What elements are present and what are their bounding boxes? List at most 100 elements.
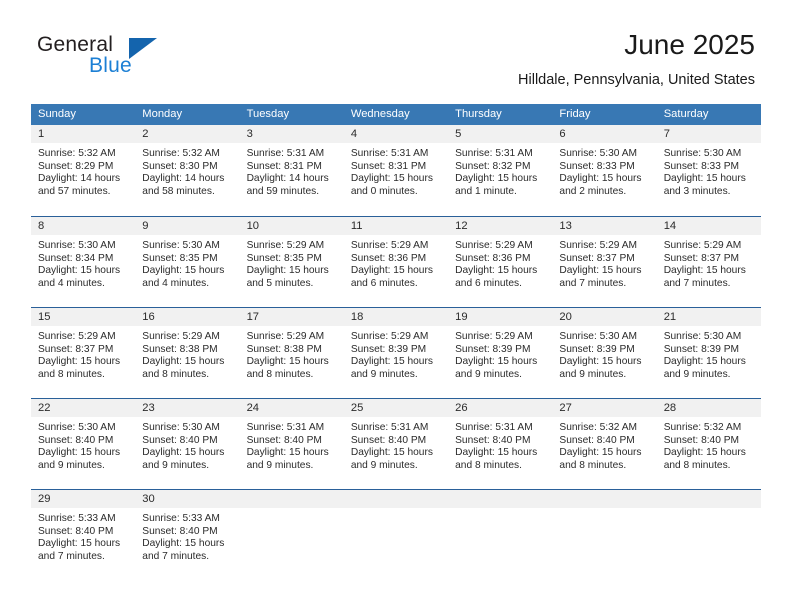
week-row: 29 Sunrise: 5:33 AM Sunset: 8:40 PM Dayligh…: [31, 489, 761, 580]
day-number: 16: [135, 308, 240, 326]
sunset-text: Sunset: 8:40 PM: [350, 434, 427, 446]
sunrise-text: Sunrise: 5:31 AM: [246, 422, 325, 433]
sunset-text: Sunset: 8:34 PM: [38, 252, 114, 264]
sunrise-text: Sunrise: 5:31 AM: [350, 148, 429, 159]
daylight-text-line2: and 6 minutes.: [350, 277, 418, 289]
day-number: 7: [656, 125, 761, 143]
day-cell[interactable]: 25 Sunrise: 5:31 AM Sunset: 8:40 PM Dayligh…: [343, 398, 449, 489]
sunrise-text: Sunrise: 5:31 AM: [455, 422, 533, 433]
daylight-text-line1: Daylight: 15 hours: [663, 447, 746, 459]
weekday-header-thursday: Thursday: [448, 104, 553, 125]
day-cell[interactable]: 27 Sunrise: 5:32 AM Sunset: 8:40 PM Dayligh…: [552, 398, 657, 489]
day-cell[interactable]: 6 Sunrise: 5:30 AM Sunset: 8:33 PM Daylight…: [552, 125, 657, 216]
daylight-text-line2: and 8 minutes.: [246, 368, 314, 380]
day-number: 27: [552, 399, 657, 417]
day-number: 8: [31, 217, 136, 235]
day-number: 14: [656, 217, 761, 235]
sunset-text: Sunset: 8:38 PM: [142, 343, 218, 355]
daylight-text-line1: Daylight: 15 hours: [559, 447, 642, 459]
day-number: 30: [135, 490, 240, 508]
day-number: [239, 490, 344, 508]
day-cell[interactable]: 12 Sunrise: 5:29 AM Sunset: 8:36 PM Dayligh…: [448, 216, 553, 307]
sunset-text: Sunset: 8:37 PM: [663, 252, 740, 264]
day-cell[interactable]: 2 Sunrise: 5:32 AM Sunset: 8:30 PM Daylight…: [135, 125, 240, 216]
day-cell[interactable]: 21 Sunrise: 5:30 AM Sunset: 8:39 PM Dayligh…: [656, 307, 761, 398]
day-number: 17: [239, 308, 344, 326]
brand-logo[interactable]: General Blue: [37, 33, 197, 83]
daylight-text-line2: and 9 minutes.: [142, 459, 210, 471]
week-row: 1 Sunrise: 5:32 AM Sunset: 8:29 PM Daylight…: [31, 125, 761, 216]
sunrise-text: Sunrise: 5:31 AM: [246, 148, 325, 159]
daylight-text-line1: Daylight: 15 hours: [663, 356, 746, 368]
day-cell[interactable]: 28 Sunrise: 5:32 AM Sunset: 8:40 PM Dayligh…: [656, 398, 761, 489]
daylight-text-line1: Daylight: 15 hours: [663, 265, 746, 277]
day-cell[interactable]: 30 Sunrise: 5:33 AM Sunset: 8:40 PM Dayligh…: [135, 489, 240, 580]
day-number: 25: [343, 399, 449, 417]
sunrise-text: Sunrise: 5:29 AM: [559, 240, 637, 251]
day-cell[interactable]: 19 Sunrise: 5:29 AM Sunset: 8:39 PM Dayligh…: [448, 307, 553, 398]
day-cell[interactable]: 1 Sunrise: 5:32 AM Sunset: 8:29 PM Daylight…: [31, 125, 136, 216]
day-cell[interactable]: 16 Sunrise: 5:29 AM Sunset: 8:38 PM Dayligh…: [135, 307, 240, 398]
week-row: 8 Sunrise: 5:30 AM Sunset: 8:34 PM Daylight…: [31, 216, 761, 307]
day-number: 11: [343, 217, 449, 235]
sunrise-text: Sunrise: 5:30 AM: [142, 422, 220, 433]
sunset-text: Sunset: 8:40 PM: [38, 434, 114, 446]
day-cell[interactable]: 29 Sunrise: 5:33 AM Sunset: 8:40 PM Dayligh…: [31, 489, 136, 580]
sunset-text: Sunset: 8:40 PM: [559, 434, 635, 446]
day-cell[interactable]: 3 Sunrise: 5:31 AM Sunset: 8:31 PM Daylight…: [239, 125, 344, 216]
sunrise-text: Sunrise: 5:32 AM: [559, 422, 637, 433]
day-cell[interactable]: 14 Sunrise: 5:29 AM Sunset: 8:37 PM Dayligh…: [656, 216, 761, 307]
day-cell[interactable]: 18 Sunrise: 5:29 AM Sunset: 8:39 PM Dayligh…: [343, 307, 449, 398]
day-cell[interactable]: 9 Sunrise: 5:30 AM Sunset: 8:35 PM Daylight…: [135, 216, 240, 307]
day-cell[interactable]: 13 Sunrise: 5:29 AM Sunset: 8:37 PM Dayligh…: [552, 216, 657, 307]
day-cell[interactable]: 15 Sunrise: 5:29 AM Sunset: 8:37 PM Dayligh…: [31, 307, 136, 398]
day-cell[interactable]: 5 Sunrise: 5:31 AM Sunset: 8:32 PM Daylight…: [448, 125, 553, 216]
day-cell[interactable]: 8 Sunrise: 5:30 AM Sunset: 8:34 PM Daylight…: [31, 216, 136, 307]
sunset-text: Sunset: 8:31 PM: [350, 160, 427, 172]
sunset-text: Sunset: 8:37 PM: [38, 343, 114, 355]
daylight-text-line1: Daylight: 15 hours: [142, 356, 225, 368]
sunrise-text: Sunrise: 5:30 AM: [663, 148, 742, 159]
day-cell[interactable]: 17 Sunrise: 5:29 AM Sunset: 8:38 PM Dayligh…: [239, 307, 344, 398]
sunset-text: Sunset: 8:37 PM: [559, 252, 635, 264]
daylight-text-line2: and 8 minutes.: [455, 459, 522, 471]
sunrise-text: Sunrise: 5:29 AM: [142, 331, 220, 342]
daylight-text-line2: and 9 minutes.: [559, 368, 627, 380]
day-number: 5: [448, 125, 553, 143]
day-number: [343, 490, 449, 508]
daylight-text-line2: and 8 minutes.: [38, 368, 105, 380]
daylight-text-line2: and 9 minutes.: [455, 368, 522, 380]
day-cell-empty: [239, 489, 344, 580]
location-subtitle: Hilldale, Pennsylvania, United States: [518, 72, 755, 88]
calendar-body: 1 Sunrise: 5:32 AM Sunset: 8:29 PM Daylight…: [31, 125, 761, 580]
sunset-text: Sunset: 8:39 PM: [663, 343, 740, 355]
daylight-text-line1: Daylight: 15 hours: [38, 356, 121, 368]
daylight-text-line1: Daylight: 15 hours: [559, 356, 642, 368]
day-cell[interactable]: 24 Sunrise: 5:31 AM Sunset: 8:40 PM Dayligh…: [239, 398, 344, 489]
day-cell[interactable]: 26 Sunrise: 5:31 AM Sunset: 8:40 PM Dayligh…: [448, 398, 553, 489]
sunset-text: Sunset: 8:32 PM: [455, 160, 531, 172]
day-number: 26: [448, 399, 553, 417]
sunset-text: Sunset: 8:31 PM: [246, 160, 322, 172]
sunset-text: Sunset: 8:39 PM: [559, 343, 635, 355]
sunrise-text: Sunrise: 5:33 AM: [38, 513, 116, 524]
day-cell[interactable]: 22 Sunrise: 5:30 AM Sunset: 8:40 PM Dayligh…: [31, 398, 136, 489]
daylight-text-line1: Daylight: 15 hours: [246, 265, 329, 277]
sunrise-text: Sunrise: 5:29 AM: [246, 240, 325, 251]
day-cell[interactable]: 10 Sunrise: 5:29 AM Sunset: 8:35 PM Dayligh…: [239, 216, 344, 307]
sunset-text: Sunset: 8:33 PM: [663, 160, 740, 172]
day-cell[interactable]: 11 Sunrise: 5:29 AM Sunset: 8:36 PM Dayligh…: [343, 216, 449, 307]
daylight-text-line2: and 7 minutes.: [142, 550, 210, 562]
day-cell[interactable]: 7 Sunrise: 5:30 AM Sunset: 8:33 PM Daylight…: [656, 125, 761, 216]
day-cell-empty: [448, 489, 553, 580]
day-number: 10: [239, 217, 344, 235]
day-cell[interactable]: 20 Sunrise: 5:30 AM Sunset: 8:39 PM Dayligh…: [552, 307, 657, 398]
day-number: 19: [448, 308, 553, 326]
daylight-text-line1: Daylight: 15 hours: [455, 447, 538, 459]
day-cell[interactable]: 4 Sunrise: 5:31 AM Sunset: 8:31 PM Daylight…: [343, 125, 449, 216]
daylight-text-line1: Daylight: 15 hours: [455, 173, 538, 185]
day-cell[interactable]: 23 Sunrise: 5:30 AM Sunset: 8:40 PM Dayligh…: [135, 398, 240, 489]
sunrise-text: Sunrise: 5:29 AM: [663, 240, 742, 251]
title-block: June 2025 Hilldale, Pennsylvania, United…: [518, 28, 755, 89]
day-number: [552, 490, 657, 508]
